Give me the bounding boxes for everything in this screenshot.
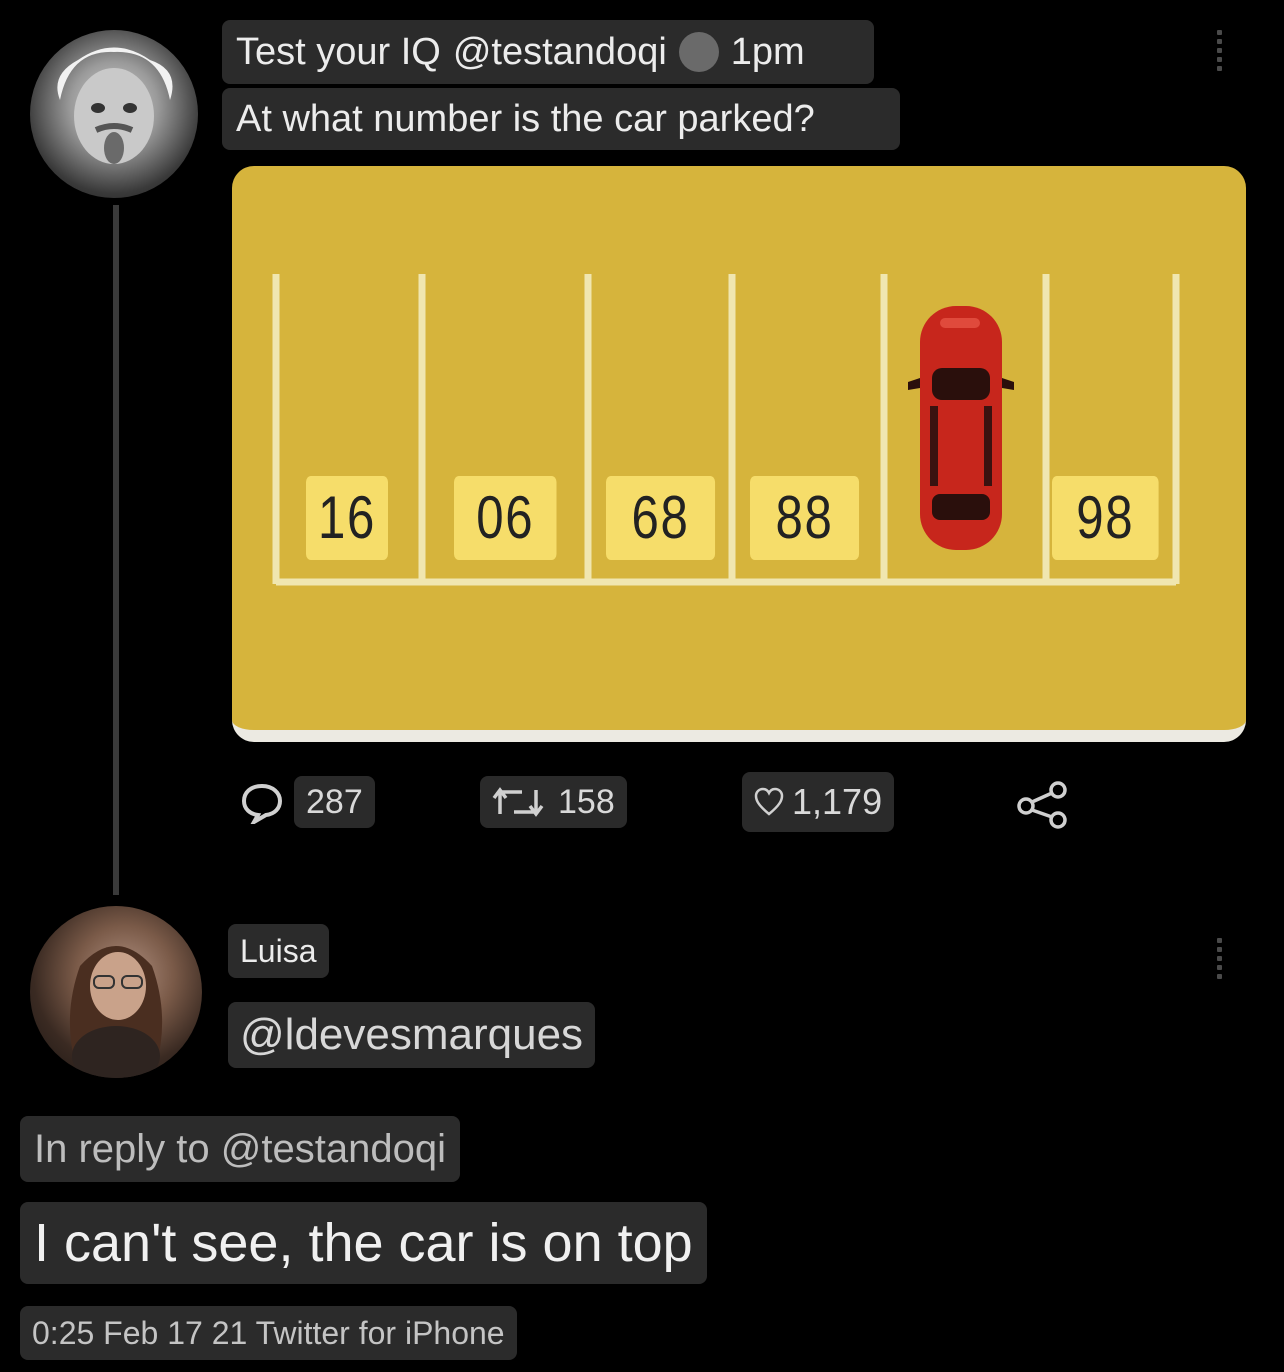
retweet-icon [492, 787, 544, 817]
like-action[interactable]: 1,179 [742, 772, 895, 832]
reply-avatar[interactable] [30, 906, 202, 1078]
retweet-count: 158 [558, 783, 615, 821]
slot-number-3: 68 [606, 476, 716, 560]
tweet-image[interactable]: 16 06 68 88 98 [232, 166, 1246, 742]
reply-handle-text: @ldevesmarques [240, 1010, 584, 1059]
reply-meta-text: 0:25 Feb 17 21 Twitter for iPhone [32, 1315, 505, 1351]
parking-lot-lines [272, 274, 1180, 586]
reply-display-name[interactable]: Luisa [228, 924, 329, 978]
reply-count: 287 [294, 776, 375, 828]
slot-number-1: 16 [306, 476, 388, 560]
in-reply-to[interactable]: In reply to @testandoqi [20, 1116, 460, 1182]
retweet-action[interactable]: 158 [480, 776, 627, 828]
slot-number-2: 06 [454, 476, 557, 560]
reply-display-name-text: Luisa [240, 933, 317, 969]
avatar-portrait-icon [69, 946, 163, 1078]
red-car-icon [908, 306, 1014, 550]
reply-text-content: I can't see, the car is on top [34, 1213, 693, 1273]
more-vertical-icon[interactable] [1214, 30, 1224, 71]
avatar[interactable] [30, 30, 198, 198]
slot-number-4: 88 [750, 476, 860, 560]
verified-dot-icon [678, 32, 719, 72]
thread-line [113, 205, 119, 895]
reply-meta: 0:25 Feb 17 21 Twitter for iPhone [20, 1306, 517, 1360]
like-count-pill: 1,179 [742, 772, 895, 832]
in-reply-to-text: In reply to @testandoqi [34, 1127, 446, 1171]
share-icon [1017, 781, 1067, 829]
tweet-text: At what number is the car parked? [222, 88, 900, 150]
display-name[interactable]: Test your IQ [236, 31, 441, 74]
like-count: 1,179 [792, 781, 883, 822]
reply-text: I can't see, the car is on top [20, 1202, 707, 1284]
more-vertical-icon[interactable] [1214, 938, 1224, 979]
tweet-text-content: At what number is the car parked? [236, 98, 815, 140]
speech-bubble-icon [241, 783, 283, 824]
share-action[interactable] [1016, 780, 1070, 830]
slot-number-5: 98 [1052, 476, 1159, 560]
timestamp[interactable]: 1pm [731, 31, 805, 74]
tweet-header: Test your IQ @testandoqi 1pm [222, 20, 874, 84]
handle[interactable]: @testandoqi [453, 31, 667, 74]
reply-handle[interactable]: @ldevesmarques [228, 1002, 596, 1068]
avatar-portrait-icon [57, 47, 173, 164]
reply-action[interactable]: 287 [240, 776, 375, 828]
heart-icon [754, 787, 784, 816]
retweet-count-pill: 158 [480, 776, 627, 828]
